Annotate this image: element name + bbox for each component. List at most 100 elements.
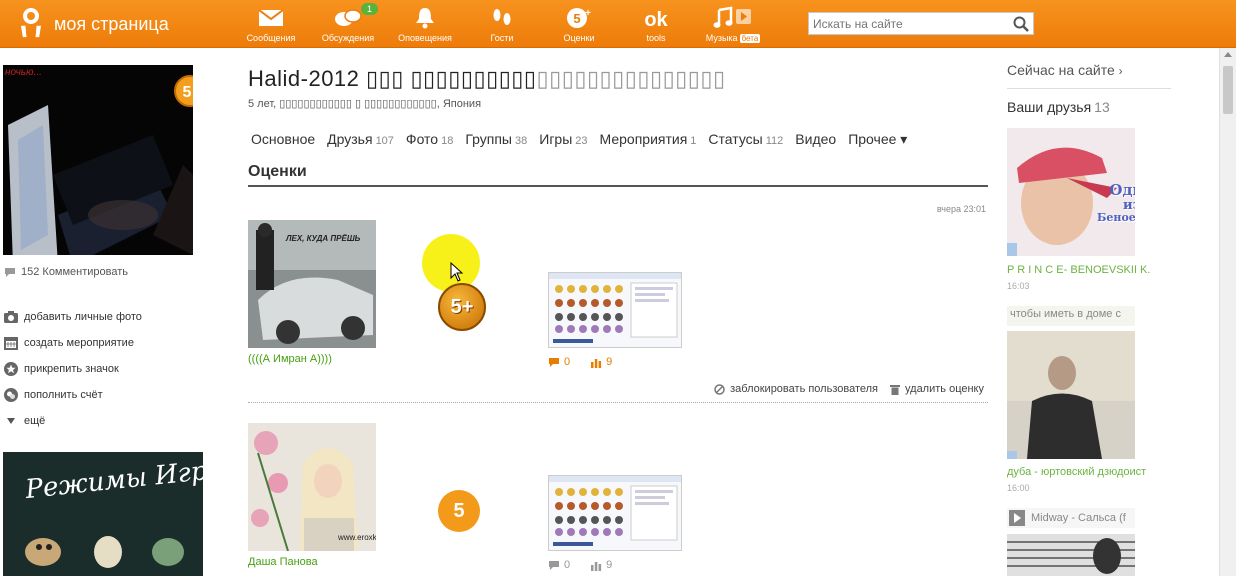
- discussions-badge: 1: [361, 3, 379, 15]
- top-up-action[interactable]: пополнить счёт: [4, 382, 142, 408]
- svg-text:5: 5: [573, 11, 580, 26]
- odnoklassniki-logo-icon: [20, 8, 42, 40]
- friend-photo[interactable]: Один из Беноевских: [1007, 128, 1135, 256]
- rating-row-actions: заблокировать пользователя удалить оценк…: [714, 383, 984, 395]
- profile-name: Halid-2012 ▯▯▯ ▯▯▯▯▯▯▯▯▯▯▯▯▯▯▯▯▯▯▯▯▯▯▯▯▯: [248, 66, 726, 91]
- rating-time: вчера 23:01: [936, 204, 986, 214]
- screenshot-thumbnail: [549, 476, 681, 550]
- profile-avatar[interactable]: ночью... 5 +: [3, 65, 193, 255]
- coins-icon: [4, 388, 18, 402]
- delete-rating-button[interactable]: удалить оценку: [890, 383, 984, 395]
- avatar-caption: ночью...: [5, 67, 42, 78]
- top-bar: моя страница Сообщения 1 Обсуждения Опов…: [0, 0, 1236, 48]
- tab-photos[interactable]: Фото 18: [406, 131, 453, 148]
- svg-text:5: 5: [183, 84, 192, 101]
- music-note-icon: [713, 6, 753, 30]
- comments-count[interactable]: 0: [548, 559, 570, 571]
- grade-badge: 5: [438, 490, 480, 532]
- bell-icon: [415, 6, 435, 30]
- five-plus-icon: 5 +: [566, 6, 592, 30]
- friend-name-link[interactable]: дуба - юртовский дзюдоист: [1007, 466, 1146, 478]
- more-action[interactable]: ещё: [4, 408, 142, 434]
- online-divider: [1007, 88, 1171, 89]
- ok-icon: ok: [640, 6, 672, 30]
- rater-photo-caption: www.eroxki: [338, 533, 376, 542]
- block-user-button[interactable]: заблокировать пользователя: [714, 383, 878, 395]
- rated-screenshot[interactable]: [548, 272, 682, 348]
- top-nav: Сообщения 1 Обсуждения Оповещения Гости …: [240, 0, 779, 48]
- rated-screenshot[interactable]: [548, 475, 682, 551]
- music-track[interactable]: Midway - Сальса (f: [1007, 508, 1135, 528]
- envelope-icon: [258, 6, 284, 30]
- comment-icon: [549, 357, 559, 367]
- svg-text:+: +: [585, 8, 591, 19]
- profile-actions: добавить личные фото создать мероприятие…: [4, 304, 142, 434]
- tab-events[interactable]: Мероприятия 1: [600, 131, 697, 148]
- create-event-action[interactable]: создать мероприятие: [4, 330, 142, 356]
- trash-icon: [890, 384, 901, 395]
- play-icon[interactable]: [1009, 510, 1025, 526]
- nav-guests[interactable]: Гости: [471, 0, 533, 48]
- attach-badge-action[interactable]: прикрепить значок: [4, 356, 142, 382]
- tab-friends[interactable]: Друзья 107: [327, 131, 394, 148]
- game-modes-banner[interactable]: Режимы Игры:: [3, 452, 203, 576]
- music-cover-image: [1007, 534, 1135, 576]
- bar-chart-icon: [591, 358, 602, 368]
- nav-music[interactable]: Музыка бета: [702, 0, 764, 48]
- comments-link[interactable]: 152 Комментировать: [4, 266, 128, 278]
- block-icon: [714, 383, 725, 395]
- scroll-thumb[interactable]: [1223, 66, 1233, 114]
- nav-tools[interactable]: ok tools: [625, 0, 687, 48]
- profile-tabs: Основное Друзья 107 Фото 18 Группы 38 Игры 2…: [251, 131, 919, 148]
- brand-logo[interactable]: моя страница: [20, 8, 169, 40]
- rating-stats: 0 9: [548, 356, 612, 368]
- friend-name-link[interactable]: P R I N C E- BENOEVSKII K.: [1007, 264, 1150, 276]
- tab-main[interactable]: Основное: [251, 131, 315, 148]
- rater-name-link[interactable]: Даша Панова: [248, 556, 318, 568]
- marks-count[interactable]: 9: [590, 559, 612, 571]
- nav-messages[interactable]: Сообщения: [240, 0, 302, 48]
- tab-statuses[interactable]: Статусы 112: [708, 131, 783, 148]
- comments-count[interactable]: 0: [548, 356, 570, 368]
- nav-ratings[interactable]: 5 + Оценки: [548, 0, 610, 48]
- friend-time: 16:03: [1007, 281, 1030, 291]
- ratings-title: Оценки: [248, 163, 307, 180]
- chat-bubbles-icon: [334, 6, 362, 30]
- svg-text:ok: ok: [644, 9, 668, 29]
- mouse-cursor-icon: [450, 262, 464, 282]
- add-photo-action[interactable]: добавить личные фото: [4, 304, 142, 330]
- friends-title[interactable]: Ваши друзья 13: [1007, 99, 1110, 115]
- rater-name-link[interactable]: ((((А Имран А)))): [248, 353, 332, 365]
- nav-discussions[interactable]: 1 Обсуждения: [317, 0, 379, 48]
- rating-divider: [248, 402, 988, 403]
- rater-photo[interactable]: www.eroxki: [248, 423, 376, 551]
- friend-photo[interactable]: [1007, 331, 1135, 459]
- tab-games[interactable]: Игры 23: [539, 131, 587, 148]
- tab-groups[interactable]: Группы 38: [465, 131, 527, 148]
- page-scrollbar[interactable]: [1219, 48, 1236, 576]
- friend-status[interactable]: чтобы иметь в доме с: [1007, 306, 1135, 326]
- tab-other[interactable]: Прочее ▾: [848, 131, 907, 148]
- scroll-up-arrow-icon[interactable]: [1224, 52, 1232, 57]
- rater-photo-image: [248, 423, 376, 551]
- footprints-icon: [491, 6, 513, 30]
- friend-time: 16:00: [1007, 483, 1030, 493]
- music-cover[interactable]: [1007, 534, 1135, 576]
- tab-video[interactable]: Видео: [795, 131, 836, 148]
- marks-count[interactable]: 9: [590, 356, 612, 368]
- search-icon[interactable]: [1013, 16, 1029, 37]
- camera-icon: [4, 310, 18, 324]
- rater-photo[interactable]: ЛЕХ, КУДА ПРЁШЬ: [248, 220, 376, 348]
- site-search: [808, 12, 1034, 35]
- rating-stats: 0 9: [548, 559, 612, 571]
- online-now-link[interactable]: Сейчас на сайте ›: [1007, 62, 1123, 78]
- calendar-icon: [4, 336, 18, 350]
- beta-label: бета: [739, 34, 761, 43]
- friend-photo-overlay-text: Один из Беноевских: [1097, 181, 1135, 225]
- bar-chart-icon: [591, 561, 602, 571]
- search-input[interactable]: [809, 13, 1009, 34]
- comment-icon: [5, 267, 15, 277]
- my-page-link[interactable]: моя страница: [54, 14, 169, 35]
- rater-photo-caption: ЛЕХ, КУДА ПРЁШЬ: [286, 234, 361, 243]
- nav-notifications[interactable]: Оповещения: [394, 0, 456, 48]
